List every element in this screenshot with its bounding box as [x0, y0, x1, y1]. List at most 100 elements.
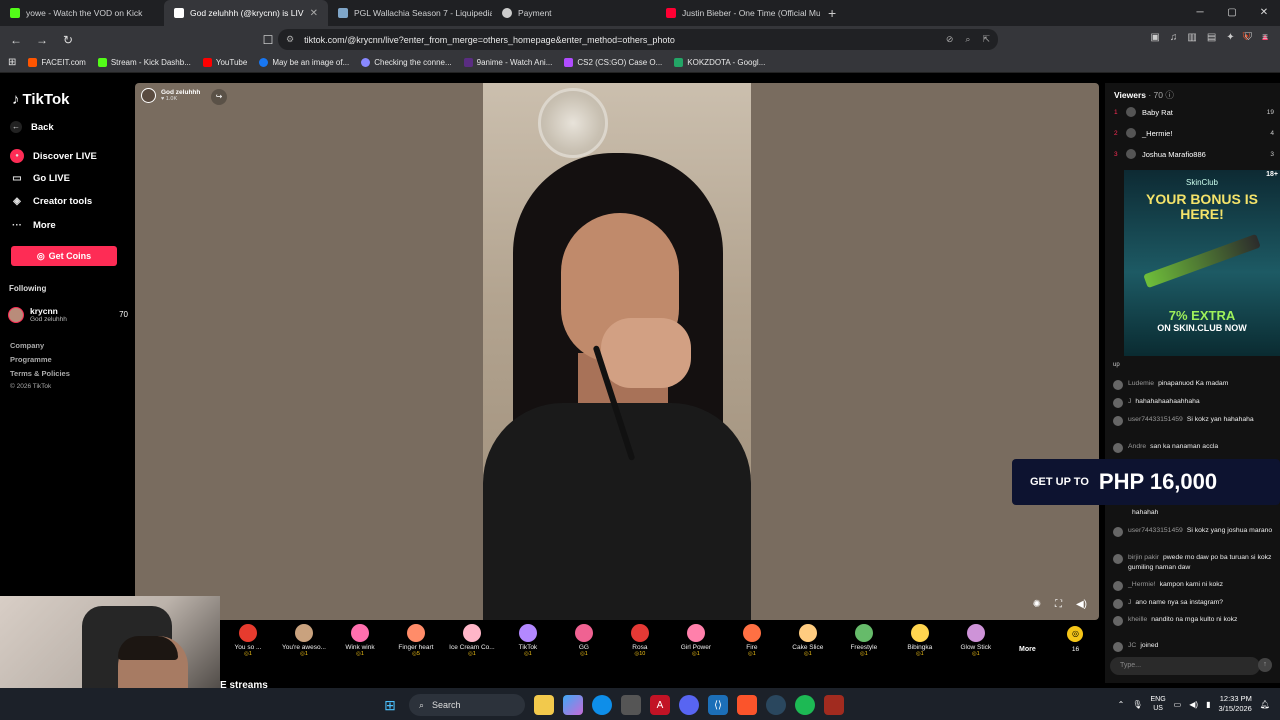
close-window-icon[interactable]: ✕ — [1248, 0, 1280, 26]
store-icon[interactable] — [621, 695, 641, 715]
coin-balance[interactable]: ◎ 16 — [1051, 620, 1100, 672]
bookmark-facebook[interactable]: May be an image of... — [259, 58, 349, 67]
bookmark-youtube[interactable]: YouTube — [202, 58, 247, 67]
gift-item[interactable]: Fire ◎1 — [724, 620, 780, 672]
chat-message[interactable]: user74433151459 Si kokz yan hahahaha — [1113, 415, 1273, 426]
following-user[interactable]: krycnn God zeluhhh 70 — [8, 306, 128, 323]
taskbar-search[interactable]: ⌕ Search — [409, 694, 525, 716]
mute-site-icon[interactable]: ⊘ — [946, 34, 954, 45]
chat-input[interactable]: Type... — [1110, 657, 1260, 675]
fullscreen-icon[interactable]: ⛶ — [1055, 599, 1062, 610]
gift-item[interactable]: Wink wink ◎1 — [332, 620, 388, 672]
chevron-up-icon[interactable]: ⌃ — [1118, 700, 1125, 709]
gift-item[interactable]: You're aweso... ◎1 — [276, 620, 332, 672]
windows-start-icon[interactable]: ⊞ — [380, 695, 400, 715]
chat-message[interactable]: Jano name nya sa instagram? — [1113, 598, 1273, 609]
host-info[interactable]: God zeluhhh ♥ 1.0K — [141, 88, 200, 103]
chat-message[interactable]: Andre san ka nanaman accla — [1113, 442, 1273, 453]
gift-item[interactable]: Freestyle ◎1 — [836, 620, 892, 672]
sidebar-discover-live[interactable]: ● Discover LIVE — [10, 149, 97, 163]
gift-more-button[interactable]: More — [1004, 620, 1051, 672]
get-coins-button[interactable]: ◎ Get Coins — [11, 246, 117, 266]
reload-icon[interactable]: ↻ — [58, 33, 78, 47]
gift-item[interactable]: Glow Stick ◎1 — [948, 620, 1004, 672]
gift-item[interactable]: Ice Cream Co... ◎1 — [444, 620, 500, 672]
bookmark-kick[interactable]: Stream - Kick Dashb... — [97, 58, 191, 67]
chat-message[interactable]: birjin pakir pwede mo daw po ba turuan si… — [1113, 553, 1273, 573]
share-icon[interactable]: ↪ — [211, 89, 227, 105]
clock[interactable]: 12:33 PM 3/15/2026 — [1218, 694, 1251, 714]
browser-tab-active[interactable]: God zeluhhh (@krycnn) is LIV ✕ — [164, 0, 328, 26]
top-viewer[interactable]: 3 Joshua Marafio886 3 — [1114, 149, 1274, 159]
vscode-icon[interactable]: ⟨⟩ — [708, 695, 728, 715]
dota-icon[interactable] — [824, 695, 844, 715]
gift-item[interactable]: TikTok ◎1 — [500, 620, 556, 672]
discord-icon[interactable] — [679, 695, 699, 715]
gift-item[interactable]: Rosa ◎10 — [612, 620, 668, 672]
site-info-icon[interactable]: ⚙ — [286, 34, 294, 45]
chat-message[interactable]: Jhahahahaahaahhaha — [1113, 397, 1273, 408]
send-icon[interactable]: ↑ — [1258, 658, 1272, 672]
back-arrow-icon[interactable]: ← — [6, 33, 26, 47]
maximize-icon[interactable]: ▢ — [1216, 0, 1248, 26]
browser-tab[interactable]: Payment — [492, 0, 656, 26]
wallet-icon[interactable]: ▤ — [1207, 32, 1216, 43]
steam-icon[interactable] — [766, 695, 786, 715]
sidebar-creator-tools[interactable]: ◈ Creator tools — [10, 196, 92, 207]
spotify-icon[interactable] — [795, 695, 815, 715]
chat-message[interactable]: hahahah — [1113, 508, 1273, 518]
minimize-icon[interactable]: ─ — [1184, 0, 1216, 26]
microphone-icon[interactable]: 🎙︎ — [1132, 700, 1142, 709]
bookmark-cs2[interactable]: CS2 (CS:GO) Case O... — [564, 58, 662, 67]
browser-tab[interactable]: yowe - Watch the VOD on Kick — [0, 0, 164, 26]
gift-item[interactable]: Cake Slice ◎1 — [780, 620, 836, 672]
bookmark-icon[interactable]: ☐ — [258, 33, 278, 47]
bookmark-kokzdota[interactable]: KOKZDOTA - Googl... — [674, 58, 765, 67]
chat-message[interactable]: Ludemie pinapanuod Ka madam — [1113, 379, 1273, 390]
bookmark-9anime[interactable]: 9anime - Watch Ani... — [463, 58, 552, 67]
gift-item[interactable]: You so ... ◎1 — [220, 620, 276, 672]
url-field[interactable]: ⚙ tiktok.com/@krycnn/live?enter_from_mer… — [278, 29, 998, 50]
gift-item[interactable]: GG ◎1 — [556, 620, 612, 672]
share-icon[interactable]: ⇱ — [982, 34, 990, 45]
menu-icon[interactable]: ≡ — [1262, 32, 1268, 43]
browser-tab[interactable]: PGL Wallachia Season 7 - Liquipedia — [328, 0, 492, 26]
gift-item[interactable]: Finger heart ◎5 — [388, 620, 444, 672]
close-tab-icon[interactable]: ✕ — [310, 8, 318, 19]
new-tab-button[interactable]: + — [820, 0, 844, 26]
sidebar-more[interactable]: ··· More — [10, 220, 56, 231]
skinclub-ad[interactable]: SkinClub YOUR BONUS IS HERE! 7% EXTRA ON… — [1124, 170, 1280, 356]
gift-item[interactable]: Girl Power ◎1 — [668, 620, 724, 672]
screenshot-icon[interactable]: ▣ — [1150, 32, 1159, 43]
gift-item[interactable]: Bibingka ◎1 — [892, 620, 948, 672]
footer-company[interactable]: Company — [10, 341, 44, 350]
volume-icon[interactable]: ◀) — [1076, 599, 1087, 610]
top-viewer[interactable]: 1 Baby Rat 19 — [1114, 107, 1274, 117]
volume-icon[interactable]: ◀) — [1189, 700, 1198, 709]
php-promo-ad[interactable]: GET UP TO PHP 16,000 — [1012, 459, 1280, 505]
edge-icon[interactable] — [592, 695, 612, 715]
footer-terms[interactable]: Terms & Policies — [10, 369, 70, 378]
bookmark-faceit[interactable]: FACEIT.com — [28, 58, 86, 67]
browser-tab[interactable]: Justin Bieber - One Time (Official Mu — [656, 0, 820, 26]
media-icon[interactable]: ♫ — [1170, 32, 1178, 43]
footer-programme[interactable]: Programme — [10, 355, 52, 364]
acrobat-icon[interactable]: A — [650, 695, 670, 715]
chat-message[interactable]: JC joined — [1113, 641, 1273, 652]
leo-icon[interactable]: ✦ — [1226, 32, 1234, 43]
sidebar-icon[interactable]: ▥ — [1187, 32, 1196, 43]
top-viewer[interactable]: 2 _Hermie! 4 — [1114, 128, 1274, 138]
forward-arrow-icon[interactable]: → — [32, 33, 52, 47]
notification-bell-icon[interactable]: 🔔︎ — [1260, 700, 1270, 709]
vpn-icon[interactable]: ⛉ — [1245, 32, 1253, 43]
language-indicator[interactable]: ENG US — [1151, 695, 1166, 713]
file-explorer-icon[interactable] — [534, 695, 554, 715]
display-icon[interactable]: ▭ — [1174, 700, 1182, 709]
viewers-heading[interactable]: Viewers · 70 ⓘ — [1114, 89, 1174, 101]
copilot-icon[interactable] — [563, 695, 583, 715]
live-video-player[interactable]: God zeluhhh ♥ 1.0K ↪ ✺ ⛶ ◀) — [135, 83, 1099, 620]
sidebar-back[interactable]: ← Back — [10, 121, 54, 133]
apps-grid-icon[interactable]: ⊞ — [8, 57, 16, 68]
tiktok-logo[interactable]: ♪ TikTok — [12, 91, 69, 108]
settings-icon[interactable]: ✺ — [1033, 599, 1041, 610]
